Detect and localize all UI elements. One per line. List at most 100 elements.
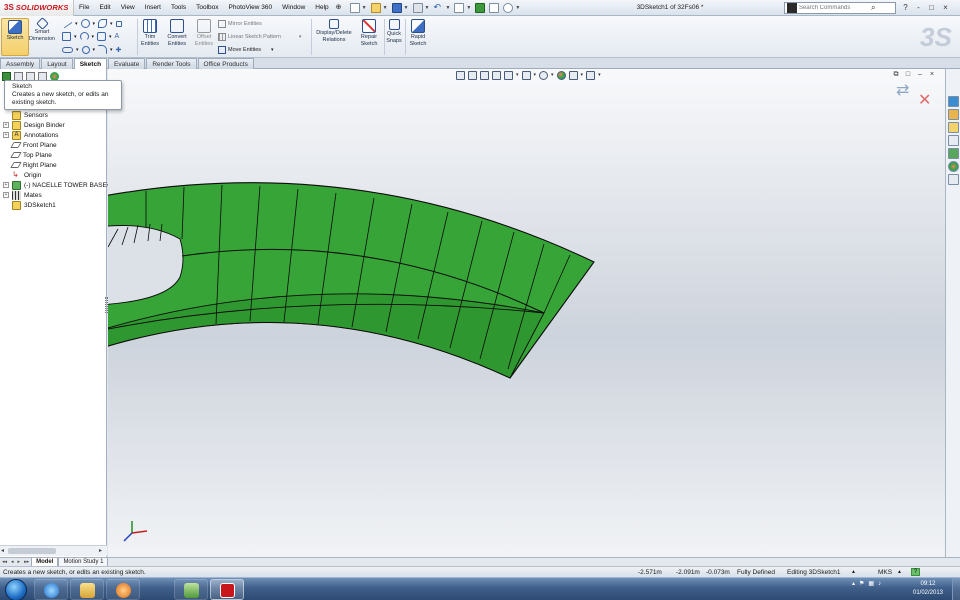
ellipse-icon[interactable] (81, 45, 90, 54)
chevron-down-icon[interactable]: ▼ (425, 5, 430, 11)
move-entities-button[interactable]: Move Entities ▾ (218, 46, 274, 54)
offset-entities-button[interactable]: Offset Entities (191, 18, 217, 56)
system-clock[interactable]: 09:12 01/02/2013 (904, 580, 952, 598)
horizontal-scrollbar[interactable]: ◂ ▸ (0, 545, 107, 556)
appearances-scenes-icon[interactable] (948, 161, 959, 172)
menu-insert[interactable]: Insert (140, 0, 166, 16)
tab-evaluate[interactable]: Evaluate (108, 58, 146, 69)
tree-item-annotations[interactable]: + A Annotations (3, 130, 58, 140)
tab-assembly[interactable]: Assembly (0, 58, 41, 69)
menu-view[interactable]: View (116, 0, 140, 16)
search-commands-box[interactable]: ⌕ (784, 2, 896, 14)
chevron-down-icon[interactable]: ▾ (93, 47, 96, 53)
menu-file[interactable]: File (74, 0, 94, 16)
open-icon[interactable] (370, 2, 381, 13)
tab-office-products[interactable]: Office Products (197, 58, 254, 69)
chevron-down-icon[interactable]: ▾ (76, 47, 79, 53)
action-center-icon[interactable]: ⚑ (859, 580, 864, 587)
taskbar-internet-explorer[interactable] (34, 579, 68, 600)
maximize-button[interactable]: □ (926, 2, 937, 13)
chevron-down-icon[interactable]: ▼ (466, 5, 471, 11)
centerline-icon[interactable]: ✚ (116, 46, 122, 54)
solidworks-logo[interactable]: 3S SOLIDWORKS (0, 0, 74, 16)
menu-edit[interactable]: Edit (94, 0, 115, 16)
line-icon[interactable] (61, 18, 73, 29)
file-explorer-icon[interactable] (948, 135, 959, 146)
scroll-thumb[interactable] (8, 548, 56, 554)
chevron-up-icon[interactable]: ▲ (897, 569, 902, 575)
chevron-down-icon[interactable]: ▼ (383, 5, 388, 11)
menu-help[interactable]: Help (310, 0, 333, 16)
convert-entities-button[interactable]: Convert Entities (163, 18, 191, 56)
next-tab-icon[interactable]: ▸ (18, 559, 21, 565)
taskbar-network-app[interactable] (174, 579, 208, 600)
fillet-icon[interactable] (98, 45, 108, 54)
search-icon[interactable]: ⌕ (871, 3, 875, 13)
file-properties-icon[interactable] (489, 2, 500, 13)
tab-sketch[interactable]: Sketch (73, 58, 108, 69)
tree-item-sensors[interactable]: + Sensors (3, 110, 48, 120)
linear-sketch-pattern-button[interactable]: Linear Sketch Pattern ▾ (218, 33, 301, 41)
circle-icon[interactable] (80, 19, 90, 28)
chevron-down-icon[interactable]: ▼ (515, 5, 520, 11)
search-results-icon[interactable] (948, 148, 959, 159)
options-icon[interactable] (503, 2, 514, 13)
chevron-down-icon[interactable]: ▾ (110, 21, 113, 27)
menu-tools[interactable]: Tools (166, 0, 191, 16)
rebuild-icon[interactable] (475, 2, 486, 13)
chevron-down-icon[interactable]: ▾ (75, 21, 78, 27)
mirror-entities-button[interactable]: Mirror Entities (218, 20, 262, 28)
rapid-sketch-button[interactable]: Rapid Sketch (405, 18, 431, 56)
rebuild-status-icon[interactable]: ▲ (851, 569, 856, 575)
new-document-icon[interactable] (349, 2, 360, 13)
expand-toggle[interactable]: + (3, 192, 9, 198)
chevron-down-icon[interactable]: ▾ (110, 47, 113, 53)
pin-icon[interactable]: ⊕ (336, 3, 346, 13)
tab-render-tools[interactable]: Render Tools (146, 58, 197, 69)
trim-entities-button[interactable]: Trim Entities (137, 18, 163, 56)
display-delete-relations-button[interactable]: Display/Delete Relations (313, 18, 355, 56)
text-icon[interactable]: A (115, 33, 120, 40)
polygon-icon[interactable] (97, 32, 107, 41)
unit-system[interactable]: MKS (878, 569, 892, 576)
tree-item-origin[interactable]: + ↳ Origin (3, 170, 41, 180)
chevron-down-icon[interactable]: ▾ (92, 34, 95, 40)
volume-icon[interactable]: ♪ (878, 581, 881, 587)
repair-sketch-button[interactable]: Repair Sketch (356, 18, 382, 56)
tree-item-design-binder[interactable]: + Design Binder (3, 120, 65, 130)
help-button[interactable]: ? (900, 2, 911, 13)
solidworks-resources-icon[interactable] (948, 96, 959, 107)
chevron-down-icon[interactable]: ▾ (109, 34, 112, 40)
scroll-right-icon[interactable]: ▸ (99, 547, 102, 554)
arc-icon[interactable] (79, 32, 89, 41)
tray-expand-icon[interactable]: ▴ (852, 580, 855, 587)
smart-dimension-button[interactable]: Smart Dimension (27, 17, 57, 56)
first-tab-icon[interactable]: ◂◂ (2, 559, 7, 565)
save-icon[interactable] (391, 2, 402, 13)
minimize-button[interactable]: - (913, 2, 924, 13)
scroll-left-icon[interactable]: ◂ (1, 547, 4, 554)
tree-item-nacelle-tower-base[interactable]: + (-) NACELLE TOWER BASE< (3, 180, 111, 190)
close-button[interactable]: × (940, 2, 951, 13)
print-icon[interactable] (412, 2, 423, 13)
undo-icon[interactable]: ↶ (433, 2, 443, 13)
chevron-down-icon[interactable]: ▾ (271, 47, 274, 53)
rectangle-icon[interactable] (62, 32, 71, 41)
chevron-down-icon[interactable]: ▾ (93, 21, 96, 27)
tree-item-mates[interactable]: + Mates (3, 190, 42, 200)
menu-photoview[interactable]: PhotoView 360 (224, 0, 278, 16)
point-icon[interactable] (115, 20, 122, 27)
taskbar-file-explorer[interactable] (70, 579, 104, 600)
tab-layout[interactable]: Layout (41, 58, 73, 69)
quick-snaps-button[interactable]: Quick Snaps (384, 18, 404, 56)
chevron-down-icon[interactable]: ▾ (74, 34, 77, 40)
taskbar-media-player[interactable] (106, 579, 140, 600)
chevron-down-icon[interactable]: ▼ (404, 5, 409, 11)
tree-item-top-plane[interactable]: + Top Plane (3, 150, 52, 160)
show-desktop-button[interactable] (952, 578, 960, 600)
chevron-down-icon[interactable]: ▼ (362, 5, 367, 11)
prev-tab-icon[interactable]: ◂ (11, 559, 14, 565)
graphics-area[interactable]: ▾ ▾ ▾ ▾ ▾ ⧉ □ – × ⇄ ✕ (108, 69, 945, 557)
chevron-down-icon[interactable]: ▼ (445, 5, 450, 11)
home-icon[interactable] (948, 109, 959, 120)
